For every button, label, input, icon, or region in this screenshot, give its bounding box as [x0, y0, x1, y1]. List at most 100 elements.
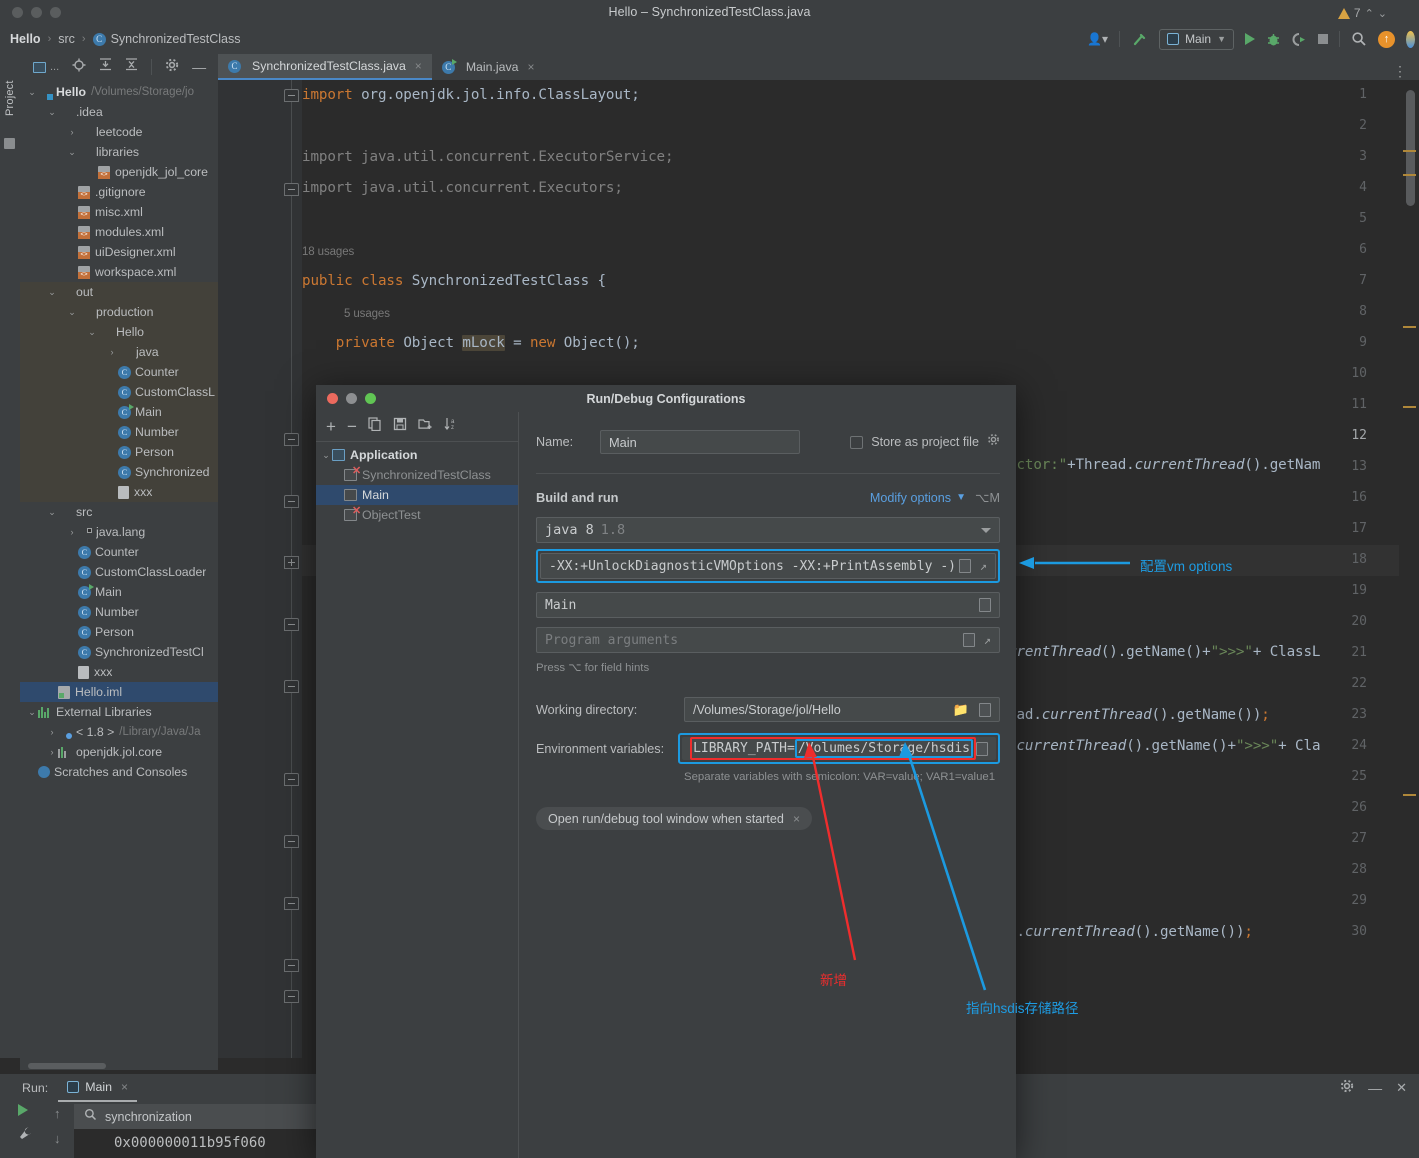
chevron-down-icon[interactable]: ▼	[956, 492, 966, 503]
project-tree-item-xxx[interactable]: xxx	[20, 482, 218, 502]
scroll-down-icon[interactable]: ↓	[54, 1131, 61, 1146]
chevron-down-icon[interactable]: ⌄	[46, 107, 58, 118]
macro-list-icon[interactable]	[979, 702, 991, 717]
chevron-right-icon[interactable]: ›	[66, 127, 78, 137]
project-panel-horizontal-scrollbar[interactable]	[28, 1063, 106, 1069]
copy-icon[interactable]	[368, 417, 382, 436]
inspection-marker[interactable]	[1403, 406, 1416, 408]
program-arguments-input[interactable]: Program arguments ↗	[536, 627, 1000, 653]
save-icon[interactable]	[393, 417, 407, 436]
user-dropdown-icon[interactable]: 👤▾	[1087, 32, 1108, 46]
scroll-up-icon[interactable]: ↑	[54, 1106, 61, 1121]
fold-marker-icon[interactable]	[284, 835, 299, 848]
add-folder-icon[interactable]	[418, 417, 433, 436]
run-config-item-objecttest[interactable]: ✕ ObjectTest	[316, 505, 518, 525]
project-tree-item-counter[interactable]: C Counter	[20, 542, 218, 562]
project-tree-item--gitignore[interactable]: .gitignore	[20, 182, 218, 202]
project-tree-item-main[interactable]: C Main	[20, 582, 218, 602]
project-tree-item-customclassl[interactable]: C CustomClassL	[20, 382, 218, 402]
chevron-down-icon[interactable]: ⌄	[86, 327, 98, 338]
fold-marker-icon[interactable]	[284, 618, 299, 631]
view-options-icon[interactable]: ...	[33, 61, 59, 73]
expand-editor-icon[interactable]: ↗	[980, 559, 987, 573]
project-tree-item--idea[interactable]: ⌄ .idea	[20, 102, 218, 122]
chevron-down-icon[interactable]: ⌄	[320, 450, 332, 461]
fold-marker-icon[interactable]	[284, 959, 299, 972]
run-icon[interactable]	[1245, 33, 1255, 45]
usage-hint-class[interactable]: 18 usages	[302, 246, 354, 258]
chevron-down-icon[interactable]	[981, 527, 991, 533]
project-tree-item-workspace-xml[interactable]: workspace.xml	[20, 262, 218, 282]
project-tree-item-main[interactable]: C Main	[20, 402, 218, 422]
settings-gear-icon[interactable]	[1340, 1079, 1354, 1098]
configurations-tree[interactable]: ⌄ Application ✕ SynchronizedTestClass Main ✕ O…	[316, 442, 518, 525]
project-tree-item-hello[interactable]: ⌄ Hello/Volumes/Storage/jo	[20, 82, 218, 102]
project-tree-item-production[interactable]: ⌄ production	[20, 302, 218, 322]
close-icon[interactable]: ×	[121, 1080, 128, 1094]
project-panel[interactable]: ⌄ Hello/Volumes/Storage/jo ⌄ .idea › leetcode…	[20, 80, 218, 1058]
project-tree-item-leetcode[interactable]: › leetcode	[20, 122, 218, 142]
environment-variables-input[interactable]: LIBRARY_PATH= /Volumes/Storage/hsdis	[682, 737, 996, 760]
run-config-item-synchronizedtestclass[interactable]: ✕ SynchronizedTestClass	[316, 465, 518, 485]
expand-all-icon[interactable]	[99, 58, 112, 76]
hide-panel-icon[interactable]: —	[192, 60, 206, 74]
previous-problem-icon[interactable]: ⌃	[1365, 7, 1374, 20]
fold-marker-expand-icon[interactable]	[284, 556, 299, 569]
close-icon[interactable]: ×	[527, 60, 534, 74]
project-tree-item-openjdk-jol-core[interactable]: openjdk_jol_core	[20, 162, 218, 182]
settings-wrench-icon[interactable]	[18, 1126, 33, 1146]
vm-options-input[interactable]: -XX:+UnlockDiagnosticVMOptions -XX:+Prin…	[540, 553, 996, 579]
project-tree-item-person[interactable]: C Person	[20, 622, 218, 642]
chevron-down-icon[interactable]: ⌄	[26, 707, 38, 718]
project-tree-item-external-libraries[interactable]: ⌄ External Libraries	[20, 702, 218, 722]
inspection-marker[interactable]	[1403, 174, 1416, 176]
project-tree-item-openjdk-jol-core[interactable]: › openjdk.jol.core	[20, 742, 218, 762]
project-tree-item-xxx[interactable]: xxx	[20, 662, 218, 682]
settings-gear-icon[interactable]	[165, 58, 179, 77]
run-config-item-application[interactable]: ⌄ Application	[316, 445, 518, 465]
inspection-marker[interactable]	[1403, 794, 1416, 796]
project-tree-item-src[interactable]: ⌄ src	[20, 502, 218, 522]
chevron-right-icon[interactable]: ›	[46, 747, 58, 757]
fold-marker-icon[interactable]	[284, 433, 299, 446]
project-tree-item-java[interactable]: › java	[20, 342, 218, 362]
run-debug-configurations-dialog[interactable]: Run/Debug Configurations + − az ⌄ Applic…	[316, 385, 1016, 1158]
chevron-down-icon[interactable]: ⌄	[46, 507, 58, 518]
structure-tool-window-icon[interactable]	[4, 138, 15, 149]
project-tree-item-hello-iml[interactable]: Hello.iml	[20, 682, 218, 702]
editor-tabs-more-icon[interactable]: ⋮	[1393, 63, 1419, 80]
fold-marker-icon[interactable]	[284, 990, 299, 1003]
main-class-input[interactable]: Main	[536, 592, 1000, 618]
project-tree-item-libraries[interactable]: ⌄ libraries	[20, 142, 218, 162]
configurations-list-panel[interactable]: + − az ⌄ Application ✕ SynchronizedTestClas…	[316, 412, 519, 1158]
editor-gutter[interactable]	[218, 80, 302, 1058]
expand-editor-icon[interactable]: ↗	[984, 633, 991, 647]
fold-marker-icon[interactable]	[284, 773, 299, 786]
chevron-down-icon[interactable]: ⌄	[66, 147, 78, 158]
project-tool-window-button[interactable]: Project	[4, 64, 16, 116]
fold-marker-icon[interactable]	[284, 897, 299, 910]
stop-icon[interactable]	[1318, 34, 1328, 44]
project-tree-item-out[interactable]: ⌄ out	[20, 282, 218, 302]
run-tab-main[interactable]: Main ×	[58, 1074, 138, 1102]
inspection-sidebar[interactable]	[1399, 80, 1419, 1058]
debug-icon[interactable]	[1266, 32, 1281, 47]
close-icon[interactable]: ✕	[1396, 1080, 1407, 1096]
inspection-marker[interactable]	[1403, 326, 1416, 328]
name-input[interactable]: Main	[600, 430, 800, 454]
project-tree-item-number[interactable]: C Number	[20, 422, 218, 442]
project-tree-item-scratches-and-consoles[interactable]: Scratches and Consoles	[20, 762, 218, 782]
project-tree-item--1-8-[interactable]: › < 1.8 > /Library/Java/Ja	[20, 722, 218, 742]
chevron-down-icon[interactable]: ⌄	[26, 87, 38, 98]
choose-main-class-icon[interactable]	[979, 598, 991, 612]
project-tree[interactable]: ⌄ Hello/Volumes/Storage/jo ⌄ .idea › leetcode…	[20, 80, 218, 782]
inspection-status-widget[interactable]: 7 ⌃ ⌄	[1337, 6, 1387, 20]
fold-marker-icon[interactable]	[284, 89, 299, 102]
project-tree-item-customclassloader[interactable]: C CustomClassLoader	[20, 562, 218, 582]
project-tree-item-modules-xml[interactable]: modules.xml	[20, 222, 218, 242]
breadcrumb-folder[interactable]: src	[58, 32, 75, 46]
store-as-project-file-checkbox[interactable]	[850, 435, 864, 449]
chevron-right-icon[interactable]: ›	[46, 727, 58, 737]
locate-icon[interactable]	[72, 58, 86, 77]
project-tree-item-synchronizedtestcl[interactable]: C SynchronizedTestCl	[20, 642, 218, 662]
